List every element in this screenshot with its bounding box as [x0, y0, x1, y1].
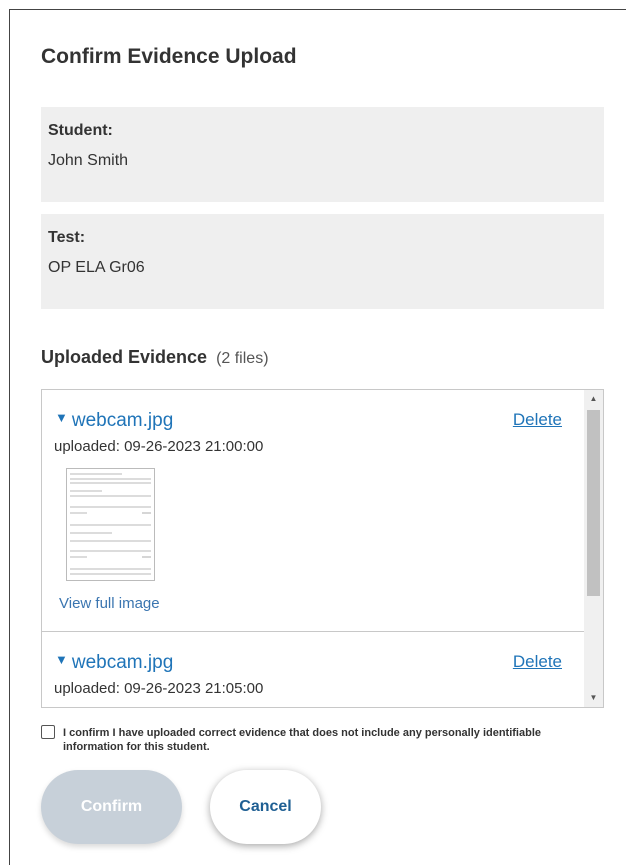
view-full-image-link[interactable]: View full image — [59, 595, 160, 612]
evidence-upload-date: uploaded: 09-26-2023 21:05:00 — [54, 680, 264, 697]
evidence-list[interactable]: ▼ webcam.jpg Delete uploaded: 09-26-2023 … — [41, 389, 604, 708]
evidence-heading: Uploaded Evidence (2 files) — [41, 347, 269, 368]
evidence-file-toggle[interactable]: ▼ webcam.jpg — [55, 410, 173, 432]
test-panel: Test: OP ELA Gr06 — [41, 214, 604, 309]
triangle-down-icon: ▼ — [55, 652, 68, 667]
evidence-dialog: Confirm Evidence Upload Student: John Sm… — [9, 9, 626, 865]
evidence-upload-date: uploaded: 09-26-2023 21:00:00 — [54, 438, 264, 455]
evidence-file-toggle[interactable]: ▼ webcam.jpg — [55, 652, 173, 674]
scroll-down-arrow-icon[interactable]: ▼ — [584, 689, 603, 707]
delete-evidence-button[interactable]: Delete — [513, 652, 562, 672]
evidence-file-name: webcam.jpg — [71, 652, 174, 673]
evidence-count: (2 files) — [216, 350, 269, 367]
test-label: Test: — [48, 229, 86, 246]
student-label: Student: — [48, 122, 113, 139]
confirm-button[interactable]: Confirm — [41, 770, 182, 844]
dialog-title: Confirm Evidence Upload — [41, 45, 297, 68]
evidence-file-name: webcam.jpg — [71, 410, 174, 431]
evidence-item: ▼ webcam.jpg Delete uploaded: 09-26-2023 … — [42, 632, 585, 707]
confirm-evidence-label[interactable]: I confirm I have uploaded correct eviden… — [63, 726, 583, 754]
test-value: OP ELA Gr06 — [48, 259, 145, 276]
evidence-thumbnail[interactable] — [66, 468, 155, 581]
student-value: John Smith — [48, 152, 129, 169]
evidence-item: ▼ webcam.jpg Delete uploaded: 09-26-2023 … — [42, 390, 585, 632]
cancel-button[interactable]: Cancel — [210, 770, 321, 844]
triangle-down-icon: ▼ — [55, 410, 68, 425]
evidence-heading-text: Uploaded Evidence — [41, 347, 208, 367]
delete-evidence-button[interactable]: Delete — [513, 410, 562, 430]
scroll-up-arrow-icon[interactable]: ▲ — [584, 390, 603, 408]
student-panel: Student: John Smith — [41, 107, 604, 202]
document-thumbnail-icon — [70, 473, 151, 575]
evidence-scrollbar[interactable]: ▲ ▼ — [584, 390, 603, 707]
confirm-evidence-checkbox[interactable] — [41, 725, 55, 739]
scrollbar-thumb[interactable] — [587, 410, 600, 596]
